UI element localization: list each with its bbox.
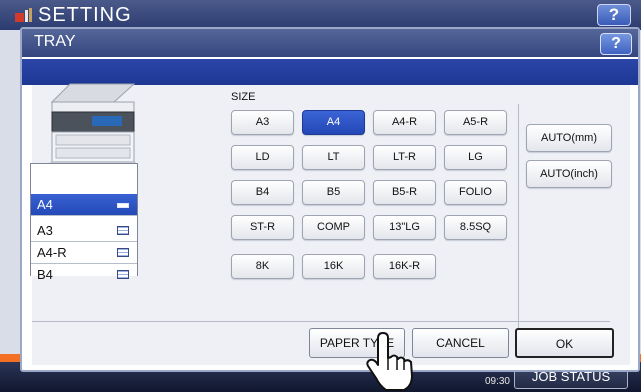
paper-tray-icon xyxy=(117,203,129,208)
auto-inch-button[interactable]: AUTO(inch) xyxy=(526,160,612,188)
size-button-a5-r[interactable]: A5-R xyxy=(444,110,507,135)
hand-pointer-icon xyxy=(366,332,413,391)
auto-mm-button[interactable]: AUTO(mm) xyxy=(526,124,612,152)
size-button-8-5sq[interactable]: 8.5SQ xyxy=(444,215,507,240)
size-button-16k[interactable]: 16K xyxy=(302,254,365,279)
paper-tray-icon xyxy=(117,226,129,235)
size-button-st-r[interactable]: ST-R xyxy=(231,215,294,240)
size-button-13lg[interactable]: 13"LG xyxy=(373,215,436,240)
dialog-title: TRAY xyxy=(22,29,638,57)
app-help-button[interactable]: ? xyxy=(597,4,631,26)
size-button-ld[interactable]: LD xyxy=(231,145,294,170)
cancel-button[interactable]: CANCEL xyxy=(412,328,509,358)
size-button-b5-r[interactable]: B5-R xyxy=(373,180,436,205)
copier-illustration-icon xyxy=(50,83,136,168)
tray-item-b4[interactable]: B4 xyxy=(31,264,137,282)
size-button-lt[interactable]: LT xyxy=(302,145,365,170)
size-button-b4[interactable]: B4 xyxy=(231,180,294,205)
app-title: SETTING xyxy=(38,4,132,26)
tray-item-a4-r[interactable]: A4-R xyxy=(31,242,137,264)
size-label: SIZE xyxy=(231,91,256,103)
size-button-lt-r[interactable]: LT-R xyxy=(373,145,436,170)
ok-button[interactable]: OK xyxy=(515,328,614,358)
tray-item-a3[interactable]: A3 xyxy=(31,220,137,242)
vertical-divider xyxy=(518,104,519,344)
size-button-comp[interactable]: COMP xyxy=(302,215,365,240)
size-button-16k-r[interactable]: 16K-R xyxy=(373,254,436,279)
dialog-help-button[interactable]: ? xyxy=(600,33,632,55)
size-button-a4[interactable]: A4 xyxy=(302,110,365,135)
size-button-folio[interactable]: FOLIO xyxy=(444,180,507,205)
size-button-a3[interactable]: A3 xyxy=(231,110,294,135)
size-button-a4-r[interactable]: A4-R xyxy=(373,110,436,135)
size-button-b5[interactable]: B5 xyxy=(302,180,365,205)
paper-tray-icon xyxy=(117,270,129,279)
tray-item-a4[interactable]: A4 xyxy=(31,194,137,216)
footer-divider xyxy=(32,321,610,322)
setting-tools-icon xyxy=(15,8,32,22)
tray-list: A4 A3 A4-R B4 xyxy=(30,163,138,282)
size-button-lg[interactable]: LG xyxy=(444,145,507,170)
paper-tray-icon xyxy=(117,248,129,257)
size-button-8k[interactable]: 8K xyxy=(231,254,294,279)
